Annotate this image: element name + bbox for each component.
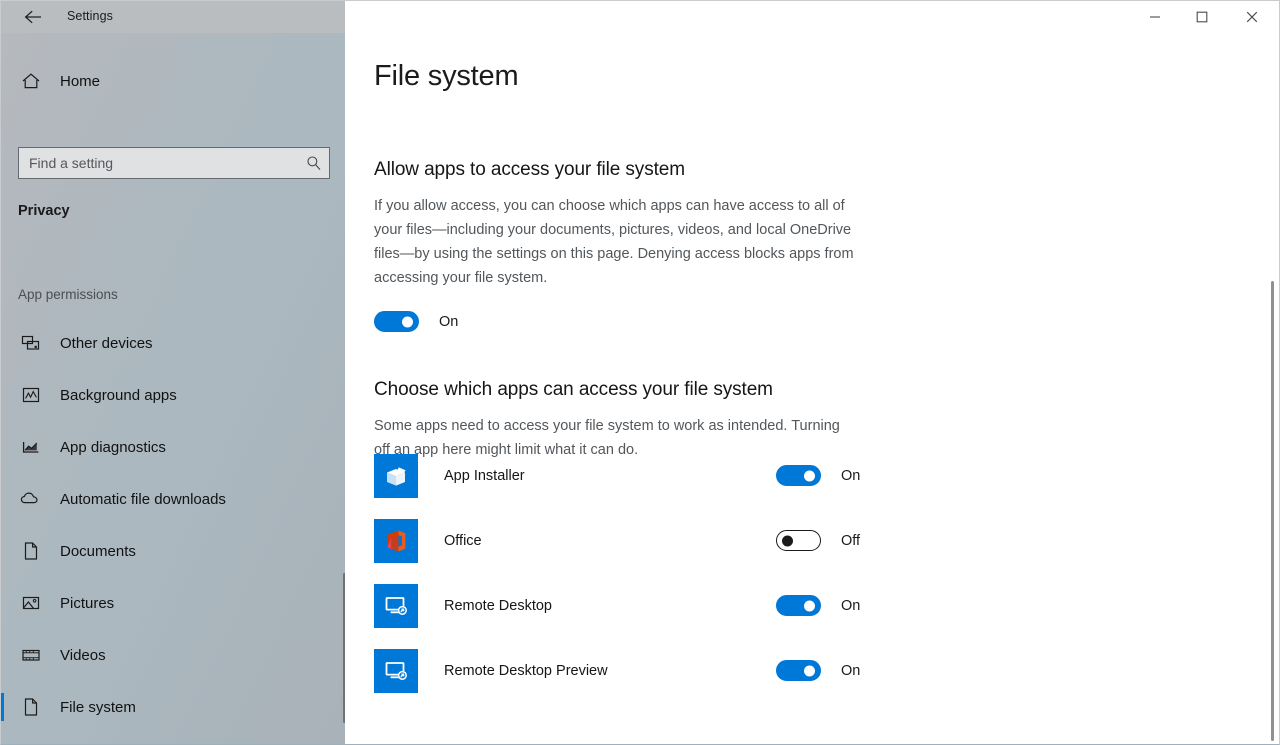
settings-window: Settings Home Find a setting Privacy App… (0, 0, 1280, 745)
app-name: App Installer (444, 467, 525, 484)
toggle-knob (402, 316, 413, 327)
toggle-state-label: Off (841, 532, 861, 549)
list-item: App Installer On (374, 443, 874, 508)
toggle-knob (804, 600, 815, 611)
toggle-knob (804, 665, 815, 676)
maximize-button[interactable] (1179, 1, 1225, 32)
app-access-toggle[interactable]: On (776, 465, 860, 486)
pictures-icon (18, 594, 44, 612)
sidebar-item-label: Background apps (60, 386, 177, 404)
sidebar-item-label: App diagnostics (60, 438, 166, 456)
back-arrow-icon (24, 9, 44, 25)
sidebar-item-label: Videos (60, 646, 106, 664)
sidebar-nav-list: Other devices Background apps App diagno… (1, 317, 345, 733)
main-content: File system Allow apps to access your fi… (345, 33, 1279, 744)
document-icon (18, 541, 44, 561)
app-name: Remote Desktop Preview (444, 662, 608, 679)
toggle-switch[interactable] (374, 311, 419, 332)
search-placeholder: Find a setting (29, 155, 114, 171)
sidebar-item-label: Other devices (60, 334, 153, 352)
toggle-switch[interactable] (776, 465, 821, 486)
sidebar-item-home-label: Home (60, 72, 101, 90)
sidebar-item-label: Pictures (60, 594, 115, 612)
search-input[interactable]: Find a setting (18, 147, 330, 179)
sidebar-item-label: Automatic file downloads (60, 490, 226, 508)
sidebar-item-app-diagnostics[interactable]: App diagnostics (1, 421, 345, 473)
sidebar-item-background-apps[interactable]: Background apps (1, 369, 345, 421)
home-icon (18, 72, 44, 90)
choose-section-heading: Choose which apps can access your file s… (374, 379, 773, 400)
app-installer-icon (374, 453, 418, 498)
sidebar-item-label: Documents (60, 542, 136, 560)
content-scrollbar[interactable] (1271, 281, 1274, 741)
sidebar-item-other-devices[interactable]: Other devices (1, 317, 345, 369)
app-diagnostics-icon (18, 438, 44, 456)
toggle-knob (782, 535, 793, 546)
remote-desktop-icon (374, 648, 418, 693)
document-icon (18, 697, 44, 717)
sidebar-item-automatic-file-downloads[interactable]: Automatic file downloads (1, 473, 345, 525)
toggle-state-label: On (439, 313, 459, 330)
sidebar-item-videos[interactable]: Videos (1, 629, 345, 681)
maximize-icon (1196, 11, 1208, 23)
toggle-switch[interactable] (776, 595, 821, 616)
background-apps-icon (18, 386, 44, 404)
toggle-state-label: On (841, 662, 861, 679)
toggle-switch[interactable] (776, 660, 821, 681)
title-bar: Settings (1, 1, 1279, 33)
list-item: Office Off (374, 508, 874, 573)
sidebar-item-label: File system (60, 698, 136, 716)
sidebar-item-pictures[interactable]: Pictures (1, 577, 345, 629)
search-icon[interactable] (299, 155, 329, 171)
allow-section-heading: Allow apps to access your file system (374, 159, 685, 180)
list-item: Remote Desktop Preview On (374, 638, 874, 703)
toggle-switch[interactable] (776, 530, 821, 551)
minimize-button[interactable] (1132, 1, 1178, 32)
page-title: File system (374, 60, 519, 92)
list-item: Remote Desktop On (374, 573, 874, 638)
allow-access-toggle[interactable]: On (374, 311, 458, 332)
sidebar-item-home[interactable]: Home (1, 61, 345, 101)
sidebar-group-label: App permissions (18, 287, 118, 302)
minimize-icon (1149, 11, 1161, 23)
cloud-download-icon (18, 490, 44, 508)
other-devices-icon (18, 334, 44, 352)
close-icon (1246, 11, 1258, 23)
app-title: Settings (67, 9, 113, 23)
sidebar-item-documents[interactable]: Documents (1, 525, 345, 577)
allow-section-description: If you allow access, you can choose whic… (374, 198, 854, 286)
sidebar-item-file-system[interactable]: File system (1, 681, 345, 733)
toggle-knob (804, 470, 815, 481)
back-button[interactable] (12, 1, 56, 33)
toggle-state-label: On (841, 467, 861, 484)
app-access-toggle[interactable]: On (776, 660, 860, 681)
sidebar-category-title: Privacy (18, 203, 70, 219)
app-permission-list: App Installer On Office Off Remote Deskt… (374, 443, 874, 703)
app-name: Remote Desktop (444, 597, 552, 614)
office-icon (374, 518, 418, 563)
app-access-toggle[interactable]: On (776, 595, 860, 616)
sidebar: Home Find a setting Privacy App permissi… (1, 33, 345, 744)
remote-desktop-icon (374, 583, 418, 628)
close-button[interactable] (1229, 1, 1275, 32)
app-access-toggle[interactable]: Off (776, 530, 860, 551)
toggle-state-label: On (841, 597, 861, 614)
app-name: Office (444, 532, 482, 549)
videos-icon (18, 646, 44, 664)
